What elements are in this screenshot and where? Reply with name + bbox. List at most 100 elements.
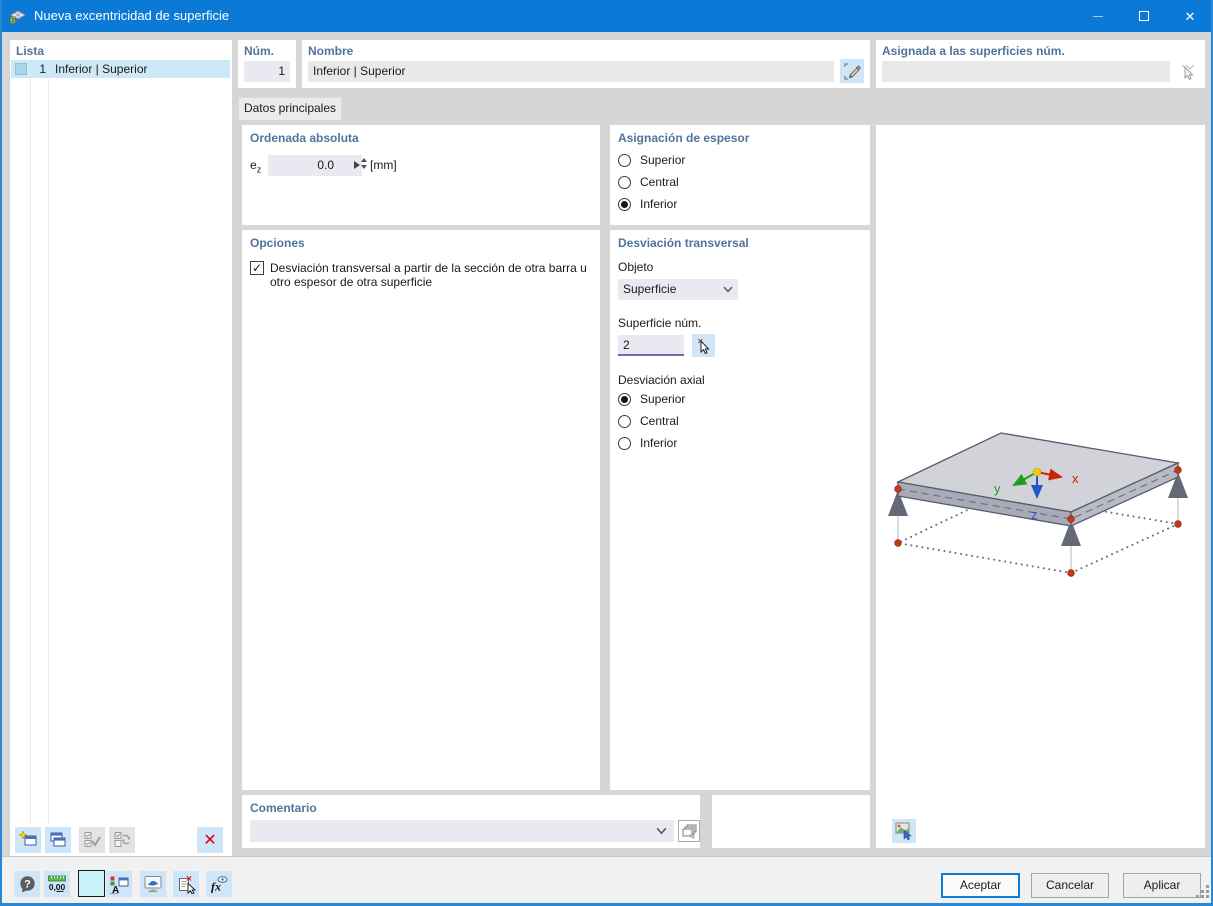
cancel-button[interactable]: Cancelar: [1031, 873, 1109, 898]
delete-item-button[interactable]: ✕: [197, 827, 223, 853]
display-properties-button[interactable]: A: [106, 871, 132, 897]
background-color-button[interactable]: [78, 870, 105, 897]
monitor-icon: [144, 875, 162, 892]
copy-item-button[interactable]: [45, 827, 71, 853]
spinner-up-icon: [361, 158, 367, 162]
ez-detail-arrow[interactable]: [354, 161, 360, 169]
svg-text:?: ?: [24, 878, 31, 890]
spacer-panel: [712, 795, 870, 848]
check-all-icon: [84, 832, 101, 847]
surface-number-label: Superficie núm.: [618, 316, 702, 330]
radio-icon: [618, 436, 631, 450]
close-icon: ✕: [1184, 8, 1196, 24]
name-panel: Nombre Inferior | Superior: [302, 40, 870, 88]
chevron-down-icon: [723, 286, 733, 293]
name-field[interactable]: Inferior | Superior: [308, 61, 834, 82]
object-label: Objeto: [618, 260, 654, 274]
number-label: Núm.: [244, 44, 274, 58]
list-item-label: Inferior | Superior: [55, 62, 148, 76]
list-item[interactable]: 1 Inferior | Superior: [11, 60, 230, 78]
radio-label: Central: [640, 414, 679, 428]
number-field[interactable]: 1: [244, 61, 290, 82]
svg-text:fx: fx: [211, 879, 221, 893]
svg-text:0,00: 0,00: [49, 882, 66, 892]
render-mode-icon: [895, 822, 912, 840]
color-swatch: [15, 63, 27, 75]
delete-assignment-icon: ✕: [178, 875, 196, 894]
ez-spinner[interactable]: [361, 158, 367, 169]
object-dropdown[interactable]: Superficie: [618, 279, 738, 300]
assigned-label: Asignada a las superficies núm.: [882, 44, 1065, 58]
radio-label: Superior: [640, 153, 686, 167]
formula-button[interactable]: fx: [206, 871, 232, 897]
radio-icon-selected: [618, 197, 631, 211]
list-column-divider: [48, 60, 49, 824]
unassign-button[interactable]: ✕: [173, 871, 199, 897]
comment-panel: Comentario: [242, 795, 700, 848]
radio-icon: [618, 414, 631, 428]
assigned-surfaces-field[interactable]: [882, 61, 1170, 82]
pick-cursor-disabled-icon: [1181, 64, 1195, 81]
rendering-button[interactable]: [140, 871, 166, 897]
axis-y-label: y: [994, 481, 1001, 496]
pick-cursor-icon: ✕: [697, 337, 710, 354]
preview-panel: x y z: [876, 125, 1205, 848]
fx-icon: fx: [211, 875, 228, 893]
maximize-icon: [1139, 11, 1149, 21]
maximize-button[interactable]: [1121, 0, 1167, 32]
units-settings-button[interactable]: 0,00: [44, 871, 70, 897]
new-item-button[interactable]: [15, 827, 41, 853]
copy-icon: [50, 832, 66, 847]
radio-icon-selected: [618, 392, 631, 406]
radio-espesor-superior[interactable]: Superior: [618, 152, 685, 168]
transverse-offset-checkbox[interactable]: ✓: [250, 261, 264, 275]
options-panel: Opciones ✓ Desviación transversal a part…: [242, 230, 600, 790]
title-bar: 6 Nueva excentricidad de superficie ✕: [0, 0, 1213, 32]
svg-text:A: A: [112, 885, 119, 894]
radio-espesor-inferior[interactable]: Inferior: [618, 196, 677, 212]
thickness-assignment-header: Asignación de espesor: [618, 131, 750, 145]
surface-number-input[interactable]: 2: [618, 335, 684, 356]
resize-grip[interactable]: [1206, 895, 1209, 898]
origin-node: [1032, 467, 1042, 477]
apply-button[interactable]: Aplicar: [1123, 873, 1201, 898]
edit-name-button[interactable]: [840, 59, 864, 83]
transverse-offset-header: Desviación transversal: [618, 236, 749, 250]
close-button[interactable]: ✕: [1167, 0, 1213, 32]
transfer-selection-button: [109, 827, 135, 853]
preview-display-button[interactable]: [892, 819, 916, 843]
chevron-down-icon[interactable]: [656, 827, 667, 835]
transverse-offset-checkbox-label: Desviación transversal a partir de la se…: [270, 261, 587, 289]
swap-check-icon: [114, 832, 131, 847]
window-border: [0, 0, 2, 906]
radio-axial-inferior[interactable]: Inferior: [618, 435, 677, 451]
absolute-ordinate-header: Ordenada absoluta: [250, 131, 359, 145]
radio-icon: [618, 153, 631, 167]
radio-axial-central[interactable]: Central: [618, 413, 679, 429]
assigned-pick-button: [1176, 60, 1200, 84]
comment-header: Comentario: [250, 801, 317, 815]
axis-z-label: z: [1031, 507, 1038, 522]
footer-bar: ? 0,00 A ✕ fx Aceptar Cancelar Aplicar: [0, 856, 1213, 903]
radio-label: Central: [640, 175, 679, 189]
accept-button[interactable]: Aceptar: [941, 873, 1020, 898]
ez-input[interactable]: 0.0: [268, 155, 362, 176]
tab-datos-principales[interactable]: Datos principales: [238, 97, 342, 120]
radio-espesor-central[interactable]: Central: [618, 174, 679, 190]
name-label: Nombre: [308, 44, 354, 58]
help-icon: ?: [19, 875, 35, 892]
window-title: Nueva excentricidad de superficie: [34, 8, 230, 23]
radio-axial-superior[interactable]: Superior: [618, 391, 685, 407]
help-button[interactable]: ?: [14, 871, 40, 897]
transverse-offset-panel: Desviación transversal Objeto Superficie…: [610, 230, 870, 790]
surface-pick-button[interactable]: ✕: [692, 334, 715, 357]
comment-combobox[interactable]: [250, 820, 674, 842]
check-icon: ✓: [251, 261, 263, 275]
thickness-assignment-panel: Asignación de espesor Superior Central I…: [610, 125, 870, 225]
options-header: Opciones: [250, 236, 305, 250]
assigned-panel: Asignada a las superficies núm.: [876, 40, 1205, 88]
comment-templates-button[interactable]: [678, 820, 700, 842]
minimize-button[interactable]: [1075, 0, 1121, 32]
app-icon: 6: [9, 7, 27, 28]
list-item-number: 1: [39, 62, 46, 76]
